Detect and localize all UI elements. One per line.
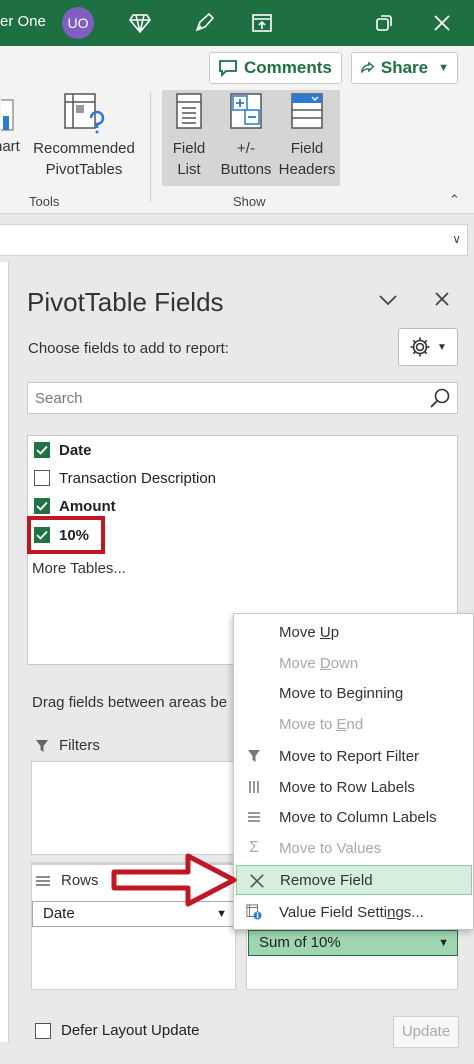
drag-fields-text: Drag fields between areas be: [32, 694, 228, 711]
user-name: er One: [0, 13, 46, 30]
field-headers-button[interactable]: Field Headers: [276, 90, 338, 180]
menu-item-move-up[interactable]: Move Up: [234, 617, 474, 647]
comment-icon: [219, 60, 237, 77]
gear-dropdown-arrow-icon: ▼: [437, 341, 447, 353]
show-group-label: Show: [233, 194, 266, 209]
chevron-down-icon: ▼: [438, 937, 449, 949]
recommended-pivottables-button[interactable]: Recommended PivotTables: [30, 90, 138, 180]
pivotchart-label: hart: [0, 138, 20, 155]
share-label: Share: [380, 58, 429, 77]
value-settings-icon: [246, 904, 262, 920]
plus-minus-icon: [230, 93, 262, 129]
rows-icon: [36, 875, 50, 886]
buttons-line1: +/-: [237, 140, 255, 157]
field-label: Transaction Description: [59, 469, 217, 487]
share-icon: [360, 61, 375, 73]
update-button[interactable]: Update: [393, 1016, 459, 1048]
comments-button[interactable]: Comments: [209, 52, 342, 84]
search-input[interactable]: [28, 383, 408, 413]
rows-field-value: Date: [43, 905, 75, 922]
collapse-ribbon-icon[interactable]: ⌃: [449, 192, 460, 208]
comments-label: Comments: [244, 58, 332, 77]
restore-ribbon-icon[interactable]: [248, 9, 276, 37]
pivotchart-button[interactable]: hart: [0, 90, 28, 155]
menu-item-remove-field[interactable]: Remove Field: [236, 865, 472, 895]
restore-window-icon[interactable]: [370, 9, 398, 37]
expand-formula-icon[interactable]: ∨: [452, 232, 461, 246]
field-item-date[interactable]: Date: [34, 438, 92, 462]
pen-icon[interactable]: [190, 9, 218, 37]
checkbox-unchecked-icon[interactable]: [34, 470, 50, 486]
highlight-box: [27, 516, 105, 554]
recommended-pivot-icon: [64, 93, 105, 134]
field-list-icon: [176, 93, 202, 129]
menu-item-value-field-settings[interactable]: Value Field Settings...: [234, 897, 474, 927]
diamond-icon[interactable]: [126, 9, 154, 37]
field-list-line2: List: [177, 161, 201, 178]
filters-drop-area[interactable]: [31, 761, 236, 855]
sheet-edge: [0, 262, 9, 1042]
group-separator: [150, 92, 151, 202]
tools-group-label: Tools: [29, 194, 60, 209]
sigma-icon: Σ: [249, 839, 259, 856]
pane-title: PivotTable Fields: [27, 287, 224, 317]
filters-area-label: Filters: [35, 737, 100, 754]
menu-item-move-to-report-filter[interactable]: Move to Report Filter: [234, 741, 474, 771]
buttons-toggle[interactable]: +/- Buttons: [218, 90, 274, 180]
tools-gear-button[interactable]: ▼: [398, 328, 458, 366]
field-label: Date: [59, 441, 92, 459]
column-labels-icon: [246, 809, 262, 825]
checkbox-checked-icon[interactable]: [34, 442, 50, 458]
rows-area-label: Rows: [35, 872, 99, 889]
field-headers-icon: [291, 93, 323, 129]
menu-item-move-to-end[interactable]: Move to End: [234, 709, 474, 739]
field-item-amount[interactable]: Amount: [34, 494, 116, 518]
field-label: Amount: [59, 497, 116, 515]
annotation-arrow-icon: [111, 853, 237, 907]
defer-layout-update[interactable]: Defer Layout Update: [35, 1022, 199, 1039]
field-list-line1: Field: [172, 140, 206, 157]
filter-icon: [246, 748, 262, 764]
menu-item-move-to-values[interactable]: Σ Move to Values: [234, 833, 474, 863]
filters-label: Filters: [59, 737, 100, 754]
field-headers-line1: Field: [290, 140, 324, 157]
chevron-down-icon: ▼: [438, 62, 449, 74]
recommended-line2: PivotTables: [45, 161, 123, 178]
formula-bar[interactable]: ∨: [0, 224, 468, 256]
pane-options-chevron-icon[interactable]: [378, 290, 398, 313]
context-menu: Move Up Move Down Move to Beginning Move…: [233, 613, 474, 930]
menu-item-move-to-column-labels[interactable]: Move to Column Labels: [234, 802, 474, 832]
more-tables-link[interactable]: More Tables...: [32, 560, 126, 577]
row-labels-icon: [246, 779, 262, 795]
rows-label: Rows: [61, 872, 99, 889]
search-icon[interactable]: [429, 387, 451, 414]
choose-fields-text: Choose fields to add to report:: [28, 340, 229, 357]
checkbox-unchecked-icon[interactable]: [35, 1022, 51, 1039]
filter-icon: [36, 739, 48, 752]
close-window-icon[interactable]: [428, 9, 456, 37]
ribbon: Comments Share ▼ hart Recommended PivotT…: [0, 46, 474, 214]
menu-item-move-to-beginning[interactable]: Move to Beginning: [234, 678, 474, 708]
field-headers-line2: Headers: [278, 161, 336, 178]
field-item-transaction-description[interactable]: Transaction Description: [34, 466, 216, 490]
close-x-icon: [249, 873, 265, 889]
gear-icon: [410, 337, 430, 357]
values-field-dropdown[interactable]: Sum of 10% ▼: [248, 930, 458, 956]
checkbox-checked-icon[interactable]: [34, 498, 50, 514]
title-bar: er One UO: [0, 0, 474, 46]
chart-icon: [0, 99, 14, 131]
share-button[interactable]: Share ▼: [351, 52, 458, 84]
menu-item-move-to-row-labels[interactable]: Move to Row Labels: [234, 772, 474, 802]
values-field-value: Sum of 10%: [259, 934, 341, 951]
pane-close-icon[interactable]: [434, 290, 450, 313]
buttons-line2: Buttons: [220, 161, 272, 178]
avatar[interactable]: UO: [62, 7, 94, 39]
recommended-line1: Recommended: [33, 140, 135, 157]
field-list-button[interactable]: Field List: [164, 90, 214, 180]
defer-label: Defer Layout Update: [61, 1022, 200, 1039]
menu-item-move-down[interactable]: Move Down: [234, 648, 474, 678]
field-search: [27, 382, 458, 414]
